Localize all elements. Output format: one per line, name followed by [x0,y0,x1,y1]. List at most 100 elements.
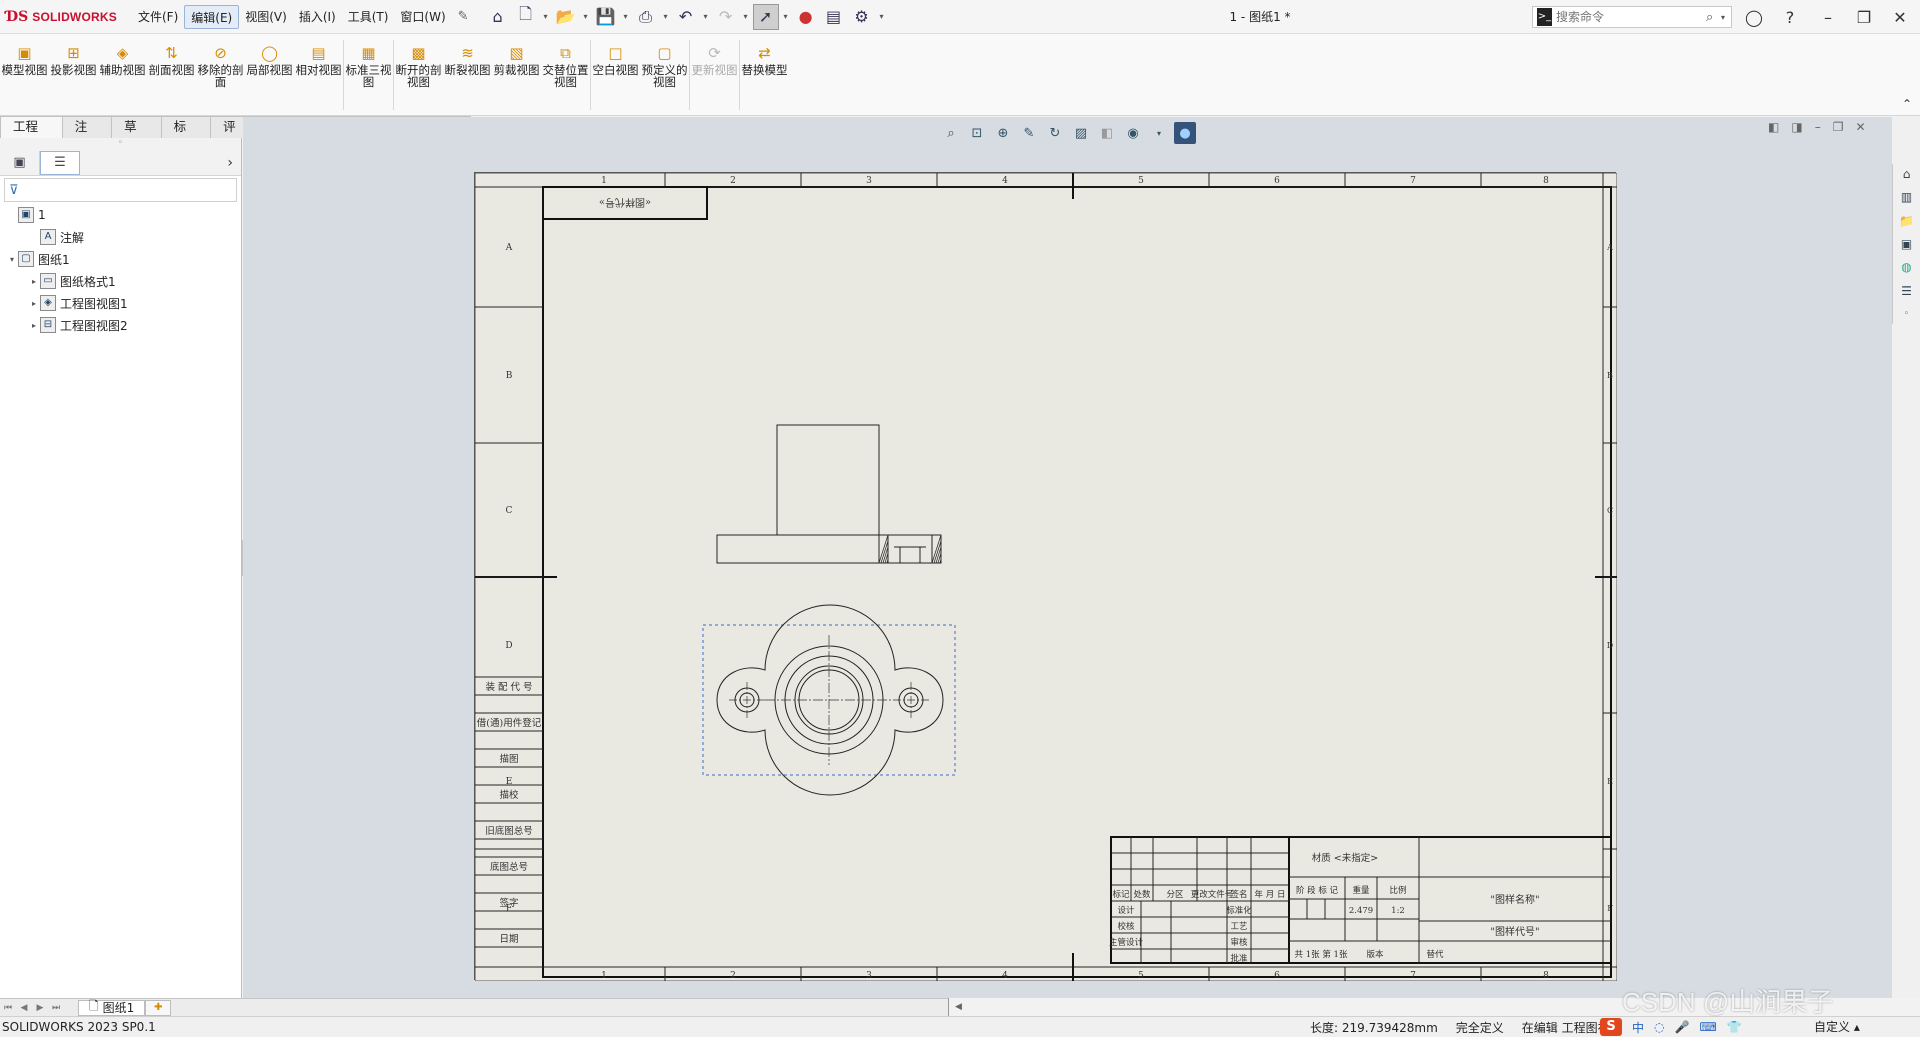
home-icon[interactable]: ⌂ [485,4,511,30]
ribbon-button-8[interactable]: ▩ 断开的剖视图 [394,34,443,116]
menu-item-1[interactable]: 编辑(E) [184,4,240,29]
search-caret-icon[interactable]: ▾ [1721,13,1731,22]
appearance-sphere-icon[interactable]: ● [1174,122,1196,144]
design-library-icon[interactable]: ▥ [1896,187,1918,206]
tree-item[interactable]: ▾ ▢ 图纸1 [0,248,241,270]
ribbon-button-6[interactable]: ▤ 相对视图 [294,34,343,116]
search-commands[interactable]: >_ ⌕ ▾ [1532,6,1732,28]
ribbon-button-2[interactable]: ◈ 辅助视图 [98,34,147,116]
hide-show-caret-icon[interactable]: ▾ [1148,122,1170,144]
ime-mic-icon[interactable]: 🎤 [1675,1020,1690,1034]
zoom-in-out-icon[interactable]: ⊕ [992,122,1014,144]
open-caret-icon[interactable]: ▾ [581,12,591,21]
ribbon-button-1[interactable]: ⊞ 投影视图 [49,34,98,116]
options-caret-icon[interactable]: ▾ [877,12,887,21]
viewport-restore-icon[interactable]: ❐ [1833,120,1844,134]
solidworks-logo[interactable]: ƊS SOLIDWORKS [0,9,132,25]
traffic-light-icon[interactable]: ● [793,4,819,30]
sogou-ime-icon[interactable]: S [1600,1018,1622,1036]
custom-properties-icon[interactable]: ☰ [1896,281,1918,300]
close-button[interactable]: ✕ [1882,0,1918,34]
save-icon[interactable]: 💾 [593,4,619,30]
new-caret-icon[interactable]: ▾ [541,12,551,21]
units-dropdown[interactable]: 自定义 ▴ [1814,1017,1860,1037]
select-pointer-icon[interactable]: ➚ [752,3,779,30]
view-palette-icon[interactable]: ▣ [1896,234,1918,253]
hide-show-icon[interactable]: ◉ [1122,122,1144,144]
search-icon[interactable]: ⌕ [1706,10,1721,25]
ribbon-button-15[interactable]: ⇄ 替换模型 [740,34,789,116]
ribbon-collapse-icon[interactable]: ⌃ [1902,97,1912,111]
last-sheet-icon[interactable]: ⏭ [48,1001,64,1015]
ribbon-button-4[interactable]: ⊘ 移除的剖面 [196,34,245,116]
tree-item[interactable]: A 注解 [0,226,241,248]
undo-caret-icon[interactable]: ▾ [701,12,711,21]
ribbon-button-5[interactable]: ◯ 局部视图 [245,34,294,116]
tree-item[interactable]: ▣ 1 [0,204,241,226]
ribbon-button-11[interactable]: ⧉ 交替位置视图 [541,34,590,116]
panel-grip[interactable]: ◦ [0,138,241,150]
ribbon-button-7[interactable]: ▦ 标准三视图 [344,34,393,116]
drawing-sheet[interactable]: 1 1 2 2 3 3 4 4 5 5 6 6 7 7 8 8 A A B B C C D D E E F F «图样代号» 装 配 代 … [474,172,1617,981]
ribbon-button-10[interactable]: ▧ 剪裁视图 [492,34,541,116]
new-document-icon[interactable]: 🗋 [513,4,539,30]
section-tool-icon[interactable]: ▨ [1070,122,1092,144]
menu-item-5[interactable]: 窗口(W) [394,5,451,29]
file-explorer-icon[interactable]: 📁 [1896,211,1918,230]
tab-1[interactable]: 注解 [61,116,113,154]
ribbon-button-14[interactable]: ⟳ 更新视图 [690,34,739,116]
viewport-right-icon[interactable]: ◨ [1791,120,1802,134]
menu-item-4[interactable]: 工具(T) [342,5,395,29]
ribbon-button-3[interactable]: ⇅ 剖面视图 [147,34,196,116]
sheet-tab[interactable]: 🗋 图纸1 [78,999,146,1016]
ime-punct-icon[interactable]: ◌ [1654,1020,1664,1034]
tab-3[interactable]: 标注 [160,116,212,154]
tree-item[interactable]: ▸ ⊟ 工程图视图2 [0,314,241,336]
next-sheet-icon[interactable]: ▶ [32,1001,48,1015]
select-caret-icon[interactable]: ▾ [781,12,791,21]
viewport-close-icon[interactable]: ✕ [1855,120,1865,134]
menu-item-0[interactable]: 文件(F) [132,5,184,29]
menu-item-2[interactable]: 视图(V) [239,5,293,29]
pin-icon[interactable]: ✎ [458,9,469,24]
first-sheet-icon[interactable]: ⏮ [0,1001,16,1015]
print-icon[interactable]: ⎙ [633,4,659,30]
solidworks-resources-icon[interactable]: ⌂ [1896,164,1918,183]
display-style-icon[interactable]: ◧ [1096,122,1118,144]
save-caret-icon[interactable]: ▾ [621,12,631,21]
ribbon-button-13[interactable]: ▢ 预定义的视图 [640,34,689,116]
prev-sheet-icon[interactable]: ◀ [16,1001,32,1015]
ribbon-button-12[interactable]: □ 空白视图 [591,34,640,116]
scroll-left-icon[interactable]: ◀ [955,1002,962,1012]
print-caret-icon[interactable]: ▾ [661,12,671,21]
undo-icon[interactable]: ↶ [673,4,699,30]
restore-button[interactable]: ❐ [1846,0,1882,34]
tab-0[interactable]: 工程图 [0,116,63,154]
minimize-button[interactable]: – [1810,0,1846,34]
add-sheet-icon[interactable]: ✚ [145,999,172,1016]
expand-arrow-icon[interactable]: ▸ [28,299,40,308]
ribbon-button-9[interactable]: ≋ 断裂视图 [443,34,492,116]
rotate-icon[interactable]: ↻ [1044,122,1066,144]
appearances-icon[interactable]: ◍ [1896,258,1918,277]
ime-keyboard-icon[interactable]: ⌨ [1699,1020,1716,1034]
account-icon[interactable]: ◯ [1736,0,1772,34]
ime-chinese-icon[interactable]: 中 [1632,1019,1644,1036]
redo-icon[interactable]: ↷ [713,4,739,30]
expand-arrow-icon[interactable]: ▸ [28,277,40,286]
task-pane-expand-icon[interactable]: ◦ [1896,305,1918,324]
file-properties-icon[interactable]: ▤ [821,4,847,30]
tree-item[interactable]: ▸ ▭ 图纸格式1 [0,270,241,292]
zoom-to-fit-icon[interactable]: ⌕ [940,122,962,144]
tab-2[interactable]: 草图 [111,116,162,154]
expand-arrow-icon[interactable]: ▸ [28,321,40,330]
open-folder-icon[interactable]: 📂 [553,4,579,30]
tree-item[interactable]: ▸ ◈ 工程图视图1 [0,292,241,314]
menu-item-3[interactable]: 插入(I) [293,5,342,29]
sketch-tool-icon[interactable]: ✎ [1018,122,1040,144]
ribbon-button-0[interactable]: ▣ 模型视图 [0,34,49,116]
search-input[interactable] [1556,10,1706,24]
expand-arrow-icon[interactable]: ▾ [6,255,18,264]
options-gear-icon[interactable]: ⚙ [849,4,875,30]
panel-expand-arrow-icon[interactable]: › [227,155,233,171]
